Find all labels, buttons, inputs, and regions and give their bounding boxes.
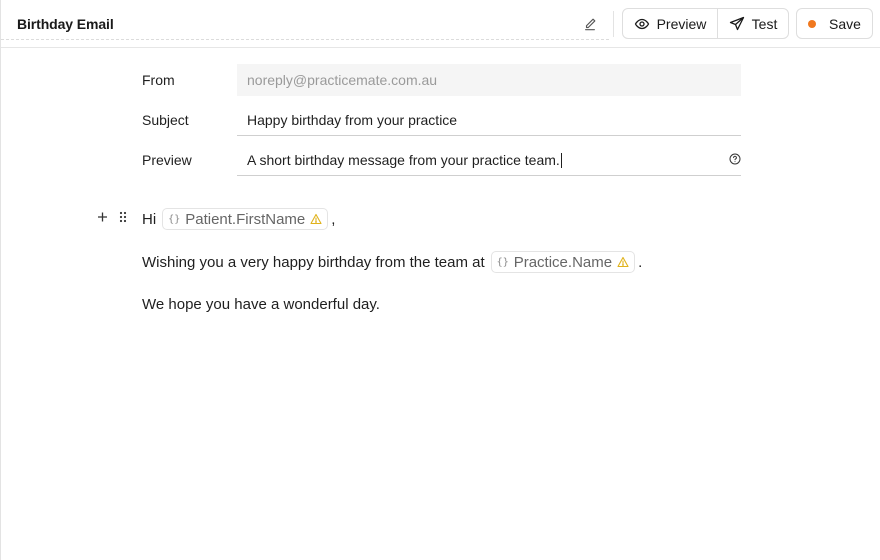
paragraph-text: Wishing you a very happy birthday from t… xyxy=(142,253,485,271)
header-bar: Birthday Email Preview Test Save xyxy=(1,0,880,48)
from-row: From noreply@practicemate.com.au xyxy=(142,64,742,96)
block-tools xyxy=(97,210,128,224)
variable-name: Patient.FirstName xyxy=(185,210,306,228)
subject-label: Subject xyxy=(142,112,189,128)
send-icon xyxy=(729,16,744,30)
text-caret xyxy=(560,153,562,168)
subject-input[interactable]: Happy birthday from your practice xyxy=(237,104,741,136)
test-button-label: Test xyxy=(751,15,778,32)
header-divider xyxy=(613,11,614,37)
warning-triangle-icon xyxy=(617,256,629,268)
preview-text-value: A short birthday message from your pract… xyxy=(247,152,560,168)
editor-paragraph[interactable]: Wishing you a very happy birthday from t… xyxy=(142,251,642,273)
braces-icon: {} xyxy=(168,213,181,225)
pencil-icon[interactable] xyxy=(583,17,597,31)
paragraph-punctuation: . xyxy=(638,253,643,271)
editor-paragraph[interactable]: Hi {} Patient.FirstName , xyxy=(142,208,335,230)
from-field: noreply@practicemate.com.au xyxy=(237,64,741,96)
subject-value: Happy birthday from your practice xyxy=(247,112,458,128)
from-label: From xyxy=(142,72,175,88)
drag-handle-icon[interactable] xyxy=(118,210,128,224)
unsaved-indicator-dot xyxy=(808,19,817,28)
preview-test-button-group: Preview Test xyxy=(622,8,789,39)
from-value: noreply@practicemate.com.au xyxy=(247,72,438,88)
braces-icon: {} xyxy=(496,256,509,268)
preview-text-label: Preview xyxy=(142,152,192,168)
test-button[interactable]: Test xyxy=(718,9,788,38)
preview-button[interactable]: Preview xyxy=(623,9,718,38)
paragraph-text: We hope you have a wonderful day. xyxy=(142,296,380,313)
variable-name: Practice.Name xyxy=(513,253,613,271)
editor-paragraph[interactable]: We hope you have a wonderful day. xyxy=(142,296,380,313)
preview-button-label: Preview xyxy=(656,15,707,32)
title-field[interactable]: Birthday Email xyxy=(1,0,609,40)
plus-icon[interactable] xyxy=(97,210,108,224)
save-button-label: Save xyxy=(829,15,861,32)
page-title[interactable]: Birthday Email xyxy=(17,16,114,32)
preview-text-input[interactable]: A short birthday message from your pract… xyxy=(237,144,741,176)
question-circle-icon[interactable] xyxy=(729,153,741,165)
subject-row: Subject Happy birthday from your practic… xyxy=(142,104,742,136)
paragraph-punctuation: , xyxy=(331,210,336,228)
eye-icon xyxy=(634,18,649,29)
paragraph-text: Hi xyxy=(142,210,157,228)
email-editor-window: Birthday Email Preview Test Save From no… xyxy=(0,0,880,560)
save-button[interactable]: Save xyxy=(796,8,873,39)
variable-chip[interactable]: {} Practice.Name xyxy=(490,251,636,273)
variable-chip[interactable]: {} Patient.FirstName xyxy=(162,208,329,230)
preview-text-row: Preview A short birthday message from yo… xyxy=(142,144,742,176)
warning-triangle-icon xyxy=(310,213,322,225)
